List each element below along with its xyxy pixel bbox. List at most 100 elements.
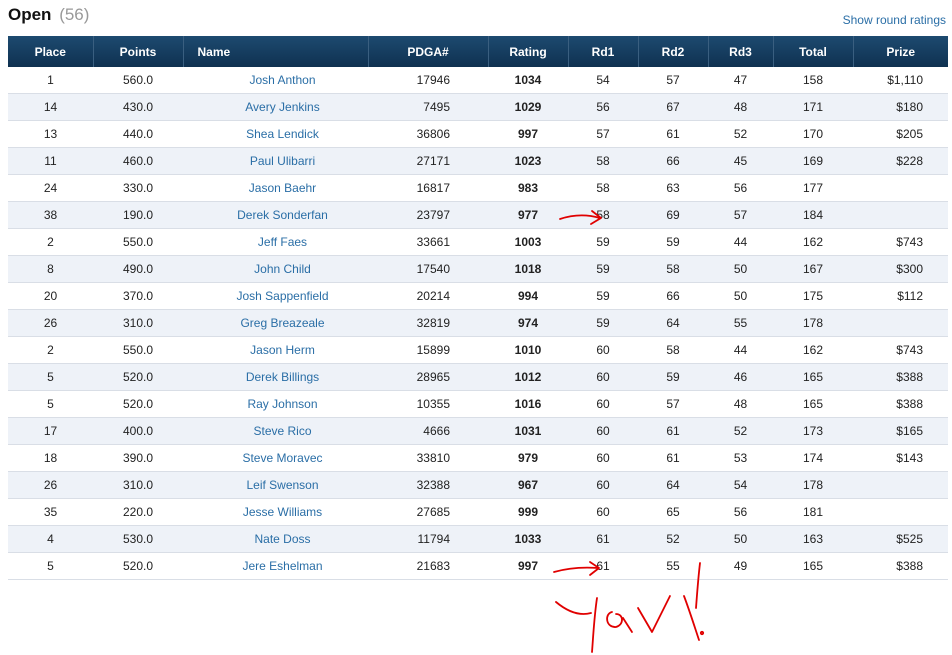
points-cell: 530.0 [93, 525, 183, 553]
table-row: 26 310.0 Greg Breazeale 32819 974 59 64 55 178 [8, 309, 948, 337]
column-header-place[interactable]: Place [8, 36, 94, 67]
round3-score-cell: 52 [708, 417, 773, 445]
total-score-cell: 171 [773, 93, 853, 121]
total-score-cell: 174 [773, 444, 853, 472]
total-score-cell: 178 [773, 471, 853, 499]
player-name-link[interactable]: Nate Doss [254, 532, 310, 546]
player-name-link[interactable]: Derek Billings [246, 370, 319, 384]
column-header-pdga[interactable]: PDGA# [368, 36, 489, 67]
table-row: 11 460.0 Paul Ulibarri 27171 1023 58 66 45 169 $2… [8, 147, 948, 175]
player-name-link[interactable]: Derek Sonderfan [237, 208, 328, 222]
rating-cell: 1033 [488, 525, 568, 553]
table-row: 26 310.0 Leif Swenson 32388 967 60 64 54 178 [8, 471, 948, 499]
player-name-cell: Shea Lendick [183, 120, 368, 148]
round3-score-cell: 53 [708, 444, 773, 472]
points-cell: 460.0 [93, 147, 183, 175]
player-name-link[interactable]: Jesse Williams [243, 505, 322, 519]
column-header-rd1[interactable]: Rd1 [568, 36, 639, 67]
column-header-points[interactable]: Points [93, 36, 184, 67]
player-name-link[interactable]: Jason Baehr [249, 181, 316, 195]
player-name-cell: Steve Moravec [183, 444, 368, 472]
round3-score-cell: 47 [708, 67, 773, 94]
player-name-cell: Avery Jenkins [183, 93, 368, 121]
column-header-rd2[interactable]: Rd2 [638, 36, 709, 67]
points-cell: 550.0 [93, 336, 183, 364]
round3-score-cell: 48 [708, 93, 773, 121]
player-name-link[interactable]: Josh Anthon [249, 73, 315, 87]
round1-score-cell: 61 [568, 552, 638, 580]
rating-cell: 1031 [488, 417, 568, 445]
table-row: 17 400.0 Steve Rico 4666 1031 60 61 52 173 $165 [8, 417, 948, 445]
round3-score-cell: 50 [708, 255, 773, 283]
column-header-rating[interactable]: Rating [488, 36, 569, 67]
player-name-link[interactable]: Paul Ulibarri [250, 154, 315, 168]
round3-score-cell: 57 [708, 201, 773, 229]
total-score-cell: 165 [773, 363, 853, 391]
table-row: 13 440.0 Shea Lendick 36806 997 57 61 52 170 $205 [8, 120, 948, 148]
player-name-link[interactable]: Jeff Faes [258, 235, 307, 249]
round1-score-cell: 58 [568, 147, 638, 175]
round1-score-cell: 59 [568, 309, 638, 337]
round1-score-cell: 60 [568, 336, 638, 364]
round2-score-cell: 57 [638, 390, 708, 418]
player-name-link[interactable]: Steve Rico [253, 424, 311, 438]
player-name-link[interactable]: John Child [254, 262, 311, 276]
division-count: (56) [59, 5, 90, 24]
round1-score-cell: 59 [568, 255, 638, 283]
pdga-number-cell: 28965 [368, 363, 488, 391]
table-row: 1 560.0 Josh Anthon 17946 1034 54 57 47 158 $1,11… [8, 67, 948, 94]
table-row: 5 520.0 Ray Johnson 10355 1016 60 57 48 165 $388 [8, 390, 948, 418]
round3-score-cell: 55 [708, 309, 773, 337]
round3-score-cell: 56 [708, 174, 773, 202]
rating-cell: 994 [488, 282, 568, 310]
total-score-cell: 178 [773, 309, 853, 337]
round2-score-cell: 63 [638, 174, 708, 202]
player-name-cell: Ray Johnson [183, 390, 368, 418]
round2-score-cell: 61 [638, 417, 708, 445]
points-cell: 220.0 [93, 498, 183, 526]
pdga-number-cell: 32388 [368, 471, 488, 499]
round1-score-cell: 58 [568, 201, 638, 229]
round2-score-cell: 59 [638, 228, 708, 256]
column-header-rd3[interactable]: Rd3 [708, 36, 774, 67]
place-cell: 4 [8, 525, 93, 553]
points-cell: 400.0 [93, 417, 183, 445]
round1-score-cell: 57 [568, 120, 638, 148]
table-row: 2 550.0 Jeff Faes 33661 1003 59 59 44 162 $743 [8, 228, 948, 256]
show-round-ratings-link[interactable]: Show round ratings [843, 13, 946, 27]
player-name-link[interactable]: Ray Johnson [247, 397, 317, 411]
table-row: 8 490.0 John Child 17540 1018 59 58 50 167 $300 [8, 255, 948, 283]
player-name-link[interactable]: Shea Lendick [246, 127, 319, 141]
rating-cell: 999 [488, 498, 568, 526]
points-cell: 310.0 [93, 471, 183, 499]
points-cell: 550.0 [93, 228, 183, 256]
round2-score-cell: 66 [638, 147, 708, 175]
player-name-link[interactable]: Greg Breazeale [240, 316, 324, 330]
column-header-name[interactable]: Name [183, 36, 369, 67]
round3-score-cell: 50 [708, 282, 773, 310]
total-score-cell: 162 [773, 336, 853, 364]
player-name-link[interactable]: Josh Sappenfield [236, 289, 328, 303]
player-name-link[interactable]: Steve Moravec [242, 451, 322, 465]
total-score-cell: 181 [773, 498, 853, 526]
round3-score-cell: 44 [708, 336, 773, 364]
pdga-number-cell: 17540 [368, 255, 488, 283]
player-name-link[interactable]: Jason Herm [250, 343, 315, 357]
column-header-total[interactable]: Total [773, 36, 854, 67]
points-cell: 330.0 [93, 174, 183, 202]
rating-cell: 1034 [488, 67, 568, 94]
column-header-prize[interactable]: Prize [853, 36, 948, 67]
points-cell: 190.0 [93, 201, 183, 229]
prize-cell [853, 309, 948, 337]
table-row: 38 190.0 Derek Sonderfan 23797 977 58 69 57 184 [8, 201, 948, 229]
place-cell: 5 [8, 552, 93, 580]
table-row: 5 520.0 Jere Eshelman 21683 997 61 55 49 165 $388 [8, 552, 948, 580]
rating-cell: 1016 [488, 390, 568, 418]
player-name-link[interactable]: Jere Eshelman [242, 559, 322, 573]
prize-cell [853, 471, 948, 499]
player-name-link[interactable]: Leif Swenson [246, 478, 318, 492]
total-score-cell: 163 [773, 525, 853, 553]
player-name-link[interactable]: Avery Jenkins [245, 100, 319, 114]
player-name-cell: Jason Herm [183, 336, 368, 364]
place-cell: 2 [8, 336, 93, 364]
